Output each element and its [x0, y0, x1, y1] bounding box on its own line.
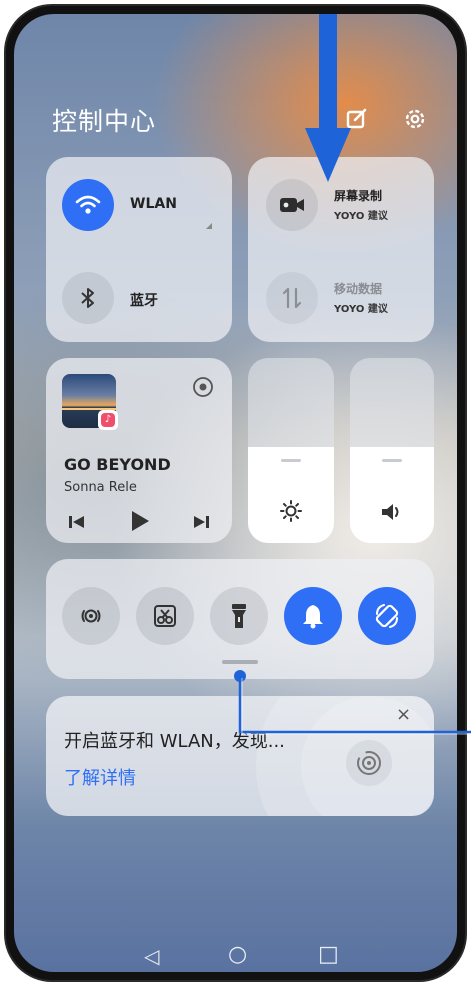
annotation-overlay — [234, 14, 471, 735]
swipe-arrow-shaft — [319, 14, 337, 134]
swipe-down-arrow-icon — [305, 128, 351, 182]
callout-line — [238, 676, 471, 734]
